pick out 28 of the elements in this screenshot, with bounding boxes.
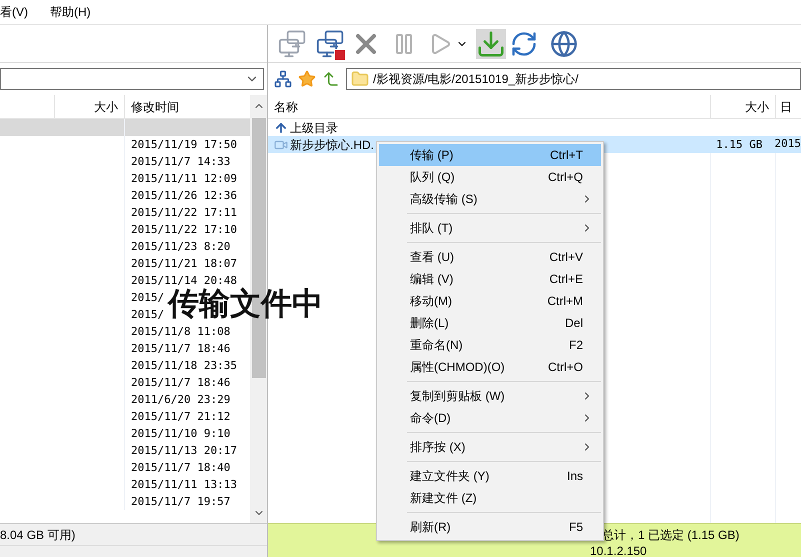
table-cell-text: 2011/6/20 23:29 — [130, 392, 230, 408]
table-cell-text: 2015/11/11 13:13 — [130, 477, 237, 493]
table-cell-text: 上级目录 — [290, 120, 338, 136]
table-cell-text: 2015/11/23 8:20 — [130, 239, 230, 255]
table-cell-text: 2015/11/13 20:17 — [130, 443, 237, 459]
table-cell-text: 2015/11/14 20:48 — [130, 273, 237, 287]
table-cell-text: 2015/11/19 17:50 — [130, 137, 237, 153]
table-cell-text: 2015/11/10 9:10 — [130, 426, 230, 442]
table-cell-text: 2015/11/26 12:36 — [130, 188, 237, 204]
table-cell-text: 2015/ — [130, 307, 164, 323]
table-cell-text: 2015/11/22 17:10 — [130, 222, 237, 238]
table-cell-text: 2015/11/7 18:40 — [130, 460, 230, 476]
table-cell-text: 2015/ — [130, 290, 164, 306]
table-cell-text: 2015 — [774, 136, 801, 152]
table-cell-text: 新步步惊心.HD. — [290, 136, 374, 154]
table-cell-text: 2015/11/11 12:09 — [130, 171, 237, 187]
table-cell-text: 2015/11/7 18:46 — [130, 375, 230, 391]
table-cell-text: 2015/11/7 21:12 — [130, 409, 230, 425]
server-address: 10.1.2.150 — [590, 545, 647, 557]
table-cell: 1.15 GB — [716, 138, 762, 152]
table-cell-text: 2015/11/7 18:46 — [130, 341, 230, 357]
table-cell-text: 2015/11/18 23:35 — [130, 358, 237, 374]
table-cell-text: 2015/11/21 18:07 — [130, 256, 237, 272]
table-cell-text: 2015/11/7 19:57 — [130, 494, 230, 510]
free-space-status: 8.04 GB 可用) — [0, 526, 76, 544]
table-cell-text: 2015/11/8 11:08 — [130, 324, 230, 340]
table-cell-text: 2015/11/7 14:33 — [130, 154, 230, 170]
table-cell-text: 2015/11/22 17:11 — [130, 205, 237, 221]
